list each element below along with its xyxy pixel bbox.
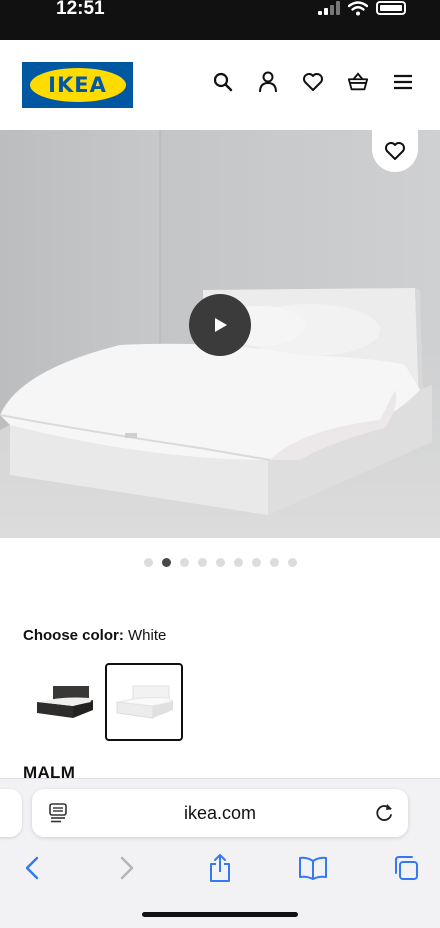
play-icon [215,318,227,332]
status-time: 12:51 [56,0,105,19]
chevron-right-icon [120,856,134,880]
logo-oval: IKEA [29,68,126,102]
address-bar[interactable]: ikea.com [32,789,408,837]
battery-icon [376,1,406,15]
bookmarks-button[interactable] [298,853,328,883]
share-button[interactable] [205,853,235,883]
carousel-dot[interactable] [198,558,207,567]
status-icons [318,0,406,16]
browser-bottom-bar: ikea.com [0,778,440,928]
carousel-dot[interactable] [162,558,171,567]
heart-icon[interactable] [302,70,324,94]
signal-icon [318,1,340,15]
white-bed-thumbnail [116,685,173,719]
carousel-dot[interactable] [270,558,279,567]
status-bar: 12:51 [0,0,440,40]
product-image-carousel[interactable] [0,130,440,538]
black-brown-bed-thumbnail [37,686,93,718]
carousel-dot[interactable] [216,558,225,567]
menu-icon[interactable] [392,70,414,94]
account-icon[interactable] [257,70,279,94]
browser-toolbar [0,851,440,887]
carousel-dot[interactable] [288,558,297,567]
chevron-left-icon [25,856,39,880]
reload-icon[interactable] [374,802,394,824]
color-option-black-brown[interactable] [25,663,103,741]
basket-icon[interactable] [347,70,369,94]
share-icon [210,854,230,882]
header-icons [212,70,414,94]
carousel-dots [144,558,297,567]
home-indicator [142,912,298,917]
page: 12:51 IKEA Choose color: White MALM ikea… [0,0,440,928]
play-video-button[interactable] [189,294,251,356]
color-option-white[interactable] [105,663,183,741]
carousel-dot[interactable] [144,558,153,567]
wifi-icon [348,0,368,15]
carousel-dot[interactable] [234,558,243,567]
search-icon[interactable] [212,70,234,94]
logo-text: IKEA [48,73,107,97]
tabs-button[interactable] [391,853,421,883]
site-header: IKEA [0,40,440,130]
choose-color-label: Choose color: [23,627,124,644]
choose-color-value: White [128,627,167,644]
url-text: ikea.com [183,803,257,823]
tabs-icon [395,856,418,880]
choose-color-heading: Choose color: White [23,627,166,644]
back-button[interactable] [17,853,47,883]
carousel-dot[interactable] [180,558,189,567]
carousel-dot[interactable] [252,558,261,567]
heart-icon [385,142,405,160]
ikea-logo[interactable]: IKEA [22,62,133,108]
forward-button[interactable] [112,853,142,883]
previous-tab-peek[interactable] [0,789,22,837]
book-icon [299,856,327,880]
